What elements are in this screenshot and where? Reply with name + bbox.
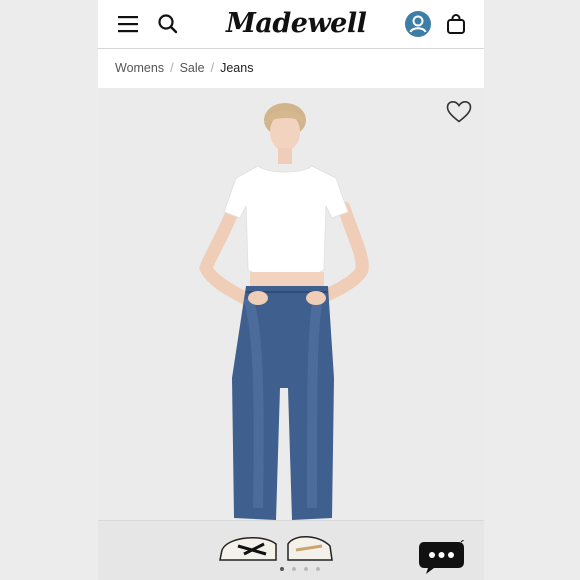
product-image[interactable]	[98, 88, 484, 580]
breadcrumb: Womens / Sale / Jeans	[98, 49, 484, 87]
breadcrumb-separator: /	[170, 61, 174, 75]
search-icon[interactable]	[156, 12, 180, 36]
site-header: Madewell	[98, 0, 484, 49]
wishlist-heart-icon[interactable]	[446, 100, 472, 124]
carousel-dot[interactable]	[304, 567, 308, 571]
carousel-indicators[interactable]	[280, 558, 328, 576]
menu-icon[interactable]	[116, 12, 140, 36]
bag-icon[interactable]	[444, 12, 468, 36]
breadcrumb-sale[interactable]: Sale	[180, 61, 205, 75]
brand-logo[interactable]: Madewell	[226, 6, 367, 42]
chat-bubble-icon[interactable]	[418, 537, 468, 576]
model-illustration	[199, 103, 369, 561]
account-icon[interactable]	[404, 10, 432, 38]
mobile-page: Madewell Womens / Sale / Jeans	[98, 0, 484, 580]
carousel-dot[interactable]	[280, 567, 284, 571]
breadcrumb-separator: /	[210, 61, 215, 75]
breadcrumb-womens[interactable]: Womens	[115, 61, 164, 75]
breadcrumb-jeans: Jeans	[220, 61, 254, 75]
carousel-dot[interactable]	[316, 567, 320, 571]
carousel-dot[interactable]	[292, 567, 296, 571]
